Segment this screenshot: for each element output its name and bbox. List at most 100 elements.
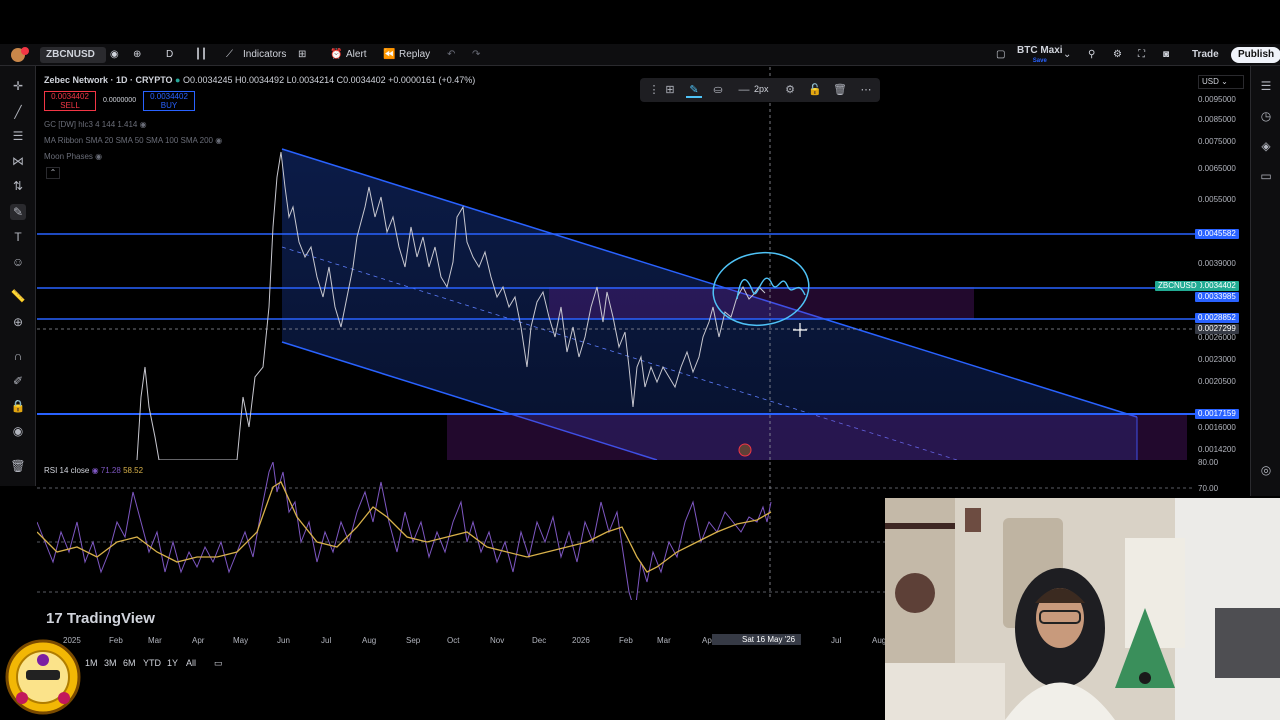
price-label: 0.0016000 xyxy=(1198,423,1236,432)
line-color-icon[interactable]: ✎ xyxy=(686,82,702,98)
top-toolbar: ZBCNUSD ◉ ⊕ D ┃┃ ⟋ Indicators ⊞ ⏰ Alert … xyxy=(0,44,1280,66)
indicator-ma-ribbon[interactable]: MA Ribbon SMA 20 SMA 50 SMA 100 SMA 200 … xyxy=(44,136,222,145)
quick-search-icon[interactable]: ⚲ xyxy=(1088,47,1095,63)
interval-button[interactable]: D xyxy=(166,47,173,63)
emoji-icon[interactable]: ☺ xyxy=(10,254,26,270)
price-label: 0.0055000 xyxy=(1198,195,1236,204)
time-label: Feb xyxy=(619,636,633,645)
camera-icon[interactable]: ◙ xyxy=(1163,47,1169,63)
price-label: 0.0020500 xyxy=(1198,377,1236,386)
range-1m-button[interactable]: 1M xyxy=(85,658,98,668)
watchlist-icon[interactable]: ☰ xyxy=(1258,78,1274,94)
add-compare-icon[interactable]: ⊕ xyxy=(133,47,141,63)
lock-icon[interactable]: 🔒 xyxy=(10,398,26,414)
range-ytd-button[interactable]: YTD xyxy=(143,658,161,668)
watch-icon[interactable]: ◉ xyxy=(110,47,119,63)
drawing-tools-sidebar: ✛ ╱ ☰ ⋈ ⇅ ✎ T ☺ 📏 ⊕ ∩ ✐ 🔒 ◉ 🗑 xyxy=(0,66,36,486)
templates-icon[interactable]: ⊞ xyxy=(298,47,306,63)
trash-icon[interactable]: 🗑 xyxy=(832,82,848,98)
user-avatar[interactable] xyxy=(8,47,30,63)
symbol-search-button[interactable]: ZBCNUSD xyxy=(40,47,106,63)
forecast-icon[interactable]: ⇅ xyxy=(10,178,26,194)
line-style-icon[interactable]: — xyxy=(736,82,752,98)
eye-icon[interactable]: ◉ xyxy=(140,120,147,129)
tradingview-logo: 17 TradingView xyxy=(46,610,155,627)
fib-retracement-icon[interactable]: ☰ xyxy=(10,128,26,144)
eye-icon[interactable]: ◉ xyxy=(10,423,26,439)
ohlc-values: O0.0034245 H0.0034492 L0.0034214 C0.0034… xyxy=(182,75,476,85)
publish-button[interactable]: Publish xyxy=(1231,47,1280,63)
sell-button[interactable]: 0.0034402 SELL xyxy=(44,91,96,111)
currency-selector[interactable]: USD ⌄ xyxy=(1198,75,1244,89)
magnet-icon[interactable]: ∩ xyxy=(10,348,26,364)
eye-icon[interactable]: ◉ xyxy=(95,152,102,161)
sell-label: SELL xyxy=(60,101,80,110)
rsi-axis-label: 80.00 xyxy=(1198,458,1219,467)
rsi-title: RSI 14 close xyxy=(44,466,90,475)
rsi-legend: RSI 14 close ◉ 71.28 58.52 xyxy=(44,466,143,475)
event-marker-icon xyxy=(738,443,752,457)
lock-icon[interactable]: 🔓 xyxy=(807,82,823,98)
line-width-label[interactable]: 2px xyxy=(754,84,769,94)
time-label: Dec xyxy=(532,636,547,645)
indicator-moon-phases[interactable]: Moon Phases ◉ xyxy=(44,152,102,161)
layout-name-button[interactable]: BTC Maxi Save xyxy=(1017,45,1063,64)
rsi-value: 71.28 xyxy=(100,466,121,475)
undo-icon[interactable]: ↶ xyxy=(447,47,455,63)
collapse-legend-chevron-icon[interactable]: ⌃ xyxy=(46,167,60,179)
target-icon[interactable]: ◎ xyxy=(1258,462,1274,478)
time-label: Jul xyxy=(321,636,332,645)
settings-gear-icon[interactable]: ⚙ xyxy=(782,82,798,98)
indicators-button[interactable]: Indicators xyxy=(243,47,286,63)
support-zone-box xyxy=(447,414,1187,460)
price-chart-pane[interactable] xyxy=(37,67,1197,460)
price-axis[interactable]: USD ⌄ 0.0095000 0.0085000 0.0075000 0.00… xyxy=(1195,67,1249,497)
brush-icon[interactable]: ✎ xyxy=(10,204,26,220)
range-all-button[interactable]: All xyxy=(186,658,196,668)
patterns-icon[interactable]: ⋈ xyxy=(10,153,26,169)
layout-save-status: Save xyxy=(1032,58,1047,64)
buy-label: BUY xyxy=(160,101,178,110)
range-3m-button[interactable]: 3M xyxy=(104,658,117,668)
candle-type-icon[interactable]: ┃┃ xyxy=(195,47,207,63)
template-icon[interactable]: ⊞ xyxy=(662,82,678,98)
indicator-ma-ribbon-label: MA Ribbon SMA 20 SMA 50 SMA 100 SMA 200 xyxy=(44,136,213,145)
ruler-icon[interactable]: 📏 xyxy=(10,288,26,304)
crosshair-icon[interactable]: ✛ xyxy=(10,78,26,94)
alert-button[interactable]: Alert xyxy=(346,47,367,63)
text-tool-icon[interactable]: T xyxy=(10,229,26,245)
alerts-clock-icon[interactable]: ◷ xyxy=(1258,108,1274,124)
eye-icon[interactable]: ◉ xyxy=(92,466,101,475)
stay-drawing-icon[interactable]: ✐ xyxy=(10,373,26,389)
date-range-calendar-icon[interactable]: ▭ xyxy=(214,658,223,669)
trade-button[interactable]: Trade xyxy=(1192,47,1219,63)
buy-button[interactable]: 0.0034402 BUY xyxy=(143,91,195,111)
layers-icon[interactable]: ◈ xyxy=(1258,138,1274,154)
eye-icon[interactable]: ◉ xyxy=(215,136,222,145)
time-axis[interactable]: 2025 Feb Mar Apr May Jun Jul Aug Sep Oct… xyxy=(37,632,887,650)
replay-button[interactable]: Replay xyxy=(399,47,430,63)
fill-icon[interactable]: ⛀ xyxy=(710,82,726,98)
indicators-icon[interactable]: ⟋ xyxy=(226,47,233,63)
time-label: Feb xyxy=(109,636,123,645)
fullscreen-icon[interactable]: ⛶ xyxy=(1138,47,1145,63)
hline-price-tag: 0.0045582 xyxy=(1195,229,1239,239)
zoom-in-icon[interactable]: ⊕ xyxy=(10,314,26,330)
tv-mark-icon: 17 xyxy=(46,610,67,627)
redo-icon[interactable]: ↷ xyxy=(472,47,480,63)
indicator-gc[interactable]: GC [DW] hlc3 4 144 1.414 ◉ xyxy=(44,120,147,129)
more-icon[interactable]: ⋯ xyxy=(858,82,874,98)
spread-value: 0.0000000 xyxy=(103,97,137,104)
time-label: Aug xyxy=(362,636,377,645)
trash-icon[interactable]: 🗑 xyxy=(10,458,26,474)
price-label: 0.0095000 xyxy=(1198,95,1236,104)
chevron-down-icon[interactable]: ⌄ xyxy=(1063,47,1071,63)
symbol-title: Zebec Network · 1D · CRYPTO xyxy=(44,75,173,85)
trendline-icon[interactable]: ╱ xyxy=(10,104,26,120)
chat-icon[interactable]: ▭ xyxy=(1258,168,1274,184)
layout-icon[interactable]: ▢ xyxy=(996,47,1005,63)
range-1y-button[interactable]: 1Y xyxy=(167,658,178,668)
range-6m-button[interactable]: 6M xyxy=(123,658,136,668)
drag-handle-icon[interactable]: ⋮ xyxy=(646,82,662,98)
settings-gear-icon[interactable]: ⚙ xyxy=(1113,47,1122,63)
